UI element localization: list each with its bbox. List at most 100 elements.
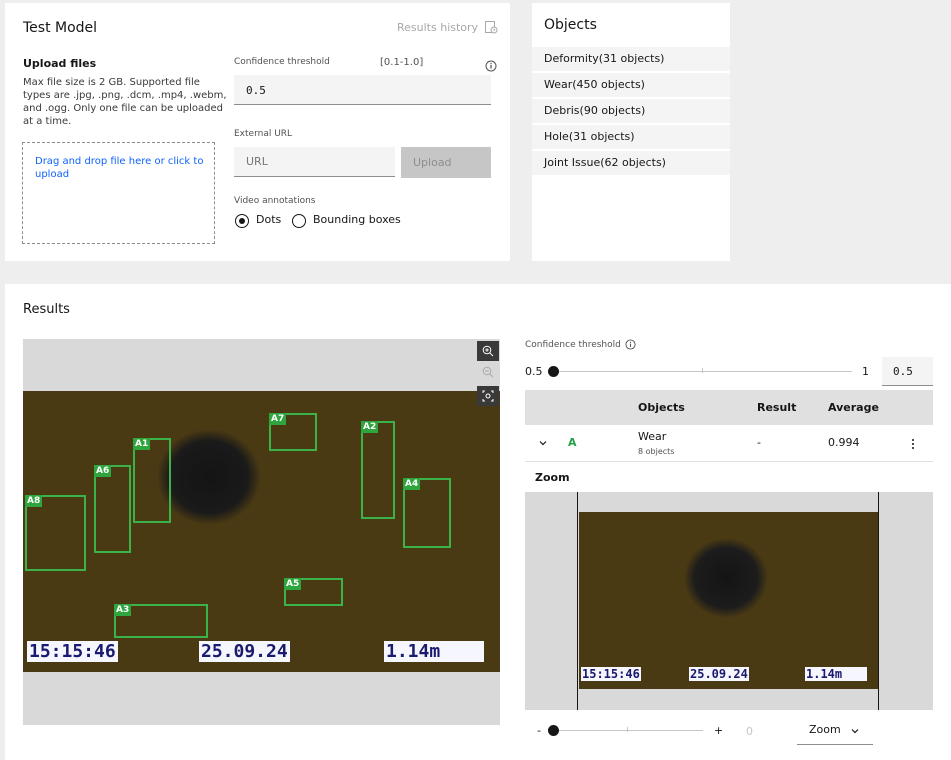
- objects-title: Objects: [544, 17, 597, 33]
- box-a5[interactable]: A5: [284, 578, 343, 606]
- upload-button[interactable]: Upload: [401, 147, 491, 178]
- zoom-plus[interactable]: +: [714, 724, 723, 737]
- col-result: Result: [757, 401, 797, 414]
- radio-bounding-boxes[interactable]: [292, 214, 306, 228]
- box-a2-tag: A2: [361, 421, 379, 433]
- confidence-input[interactable]: 0.5: [234, 75, 491, 105]
- zoom-slider-handle[interactable]: [548, 725, 559, 736]
- fit-screen-button[interactable]: [477, 386, 499, 406]
- results-history-icon: [485, 21, 498, 34]
- confidence-label: Confidence threshold: [234, 57, 330, 67]
- external-url-input[interactable]: [234, 147, 395, 177]
- osd-date: 25.09.24: [199, 641, 290, 662]
- results-confidence-value: 0.5: [893, 365, 913, 378]
- object-item-deformity[interactable]: Deformity(31 objects): [532, 47, 730, 71]
- zoom-slider[interactable]: [548, 725, 703, 737]
- upload-description-3: and .ogg. Only one file can be uploaded: [23, 103, 223, 114]
- box-a1-tag: A1: [133, 438, 151, 450]
- file-dropzone[interactable]: Drag and drop file here or click to uplo…: [22, 142, 215, 244]
- zoom-dropdown-label: Zoom: [809, 723, 841, 736]
- upload-description-1: Max file size is 2 GB. Supported file: [23, 77, 200, 88]
- box-a8[interactable]: A8: [25, 495, 86, 571]
- confidence-range: [0.1-1.0]: [380, 57, 424, 68]
- object-item-joint-issue[interactable]: Joint Issue(62 objects): [532, 151, 730, 175]
- row-average: 0.994: [828, 436, 860, 449]
- upload-button-label: Upload: [413, 156, 452, 169]
- results-history-label: Results history: [397, 20, 479, 34]
- zoom-preview-image: 15:15:46 25.09.24 1.14m: [579, 512, 878, 689]
- zoom-in-button[interactable]: [477, 341, 499, 361]
- box-a7[interactable]: A7: [269, 413, 317, 451]
- object-item-wear[interactable]: Wear(450 objects): [532, 73, 730, 97]
- box-a7-tag: A7: [269, 413, 287, 425]
- osd-time: 15:15:46: [27, 641, 118, 662]
- zoom-out-icon: [482, 366, 494, 378]
- confidence-slider[interactable]: [548, 366, 852, 378]
- confidence-input-value: 0.5: [246, 84, 266, 97]
- page-title: Test Model: [23, 20, 98, 36]
- zoom-minus[interactable]: -: [537, 724, 541, 737]
- box-a3-tag: A3: [114, 604, 132, 616]
- box-a4-tag: A4: [403, 478, 421, 490]
- row-tag: A: [568, 436, 577, 449]
- confidence-slider-tick: [702, 368, 703, 373]
- image-viewer: A1 A2 A3 A4 A5 A6 A7 A8 15:15:46 25.09.2…: [23, 339, 500, 725]
- upload-description-4: at a time.: [23, 116, 72, 127]
- dropzone-text-2: upload: [35, 169, 70, 180]
- objects-panel: Objects Deformity(31 objects) Wear(450 o…: [532, 3, 730, 261]
- box-a1[interactable]: A1: [133, 438, 171, 523]
- row-count: 8 objects: [638, 447, 675, 456]
- external-url-label: External URL: [234, 129, 293, 139]
- row-object: Wear: [638, 430, 667, 443]
- box-a6[interactable]: A6: [94, 465, 131, 553]
- inspection-image: A1 A2 A3 A4 A5 A6 A7 A8 15:15:46 25.09.2…: [23, 391, 500, 672]
- dropzone-text-1: Drag and drop file here or click to: [35, 156, 204, 167]
- results-history-link[interactable]: Results history: [397, 20, 498, 34]
- upload-description-2: types are .jpg, .png, .dcm, .mp4, .webm,: [23, 90, 227, 101]
- box-a3[interactable]: A3: [114, 604, 208, 638]
- zoom-in-icon: [482, 345, 494, 357]
- confidence-slider-max: 1: [862, 365, 869, 378]
- zoom-preview: 15:15:46 25.09.24 1.14m: [525, 492, 933, 710]
- object-item-hole[interactable]: Hole(31 objects): [532, 125, 730, 149]
- confidence-slider-min: 0.5: [525, 365, 543, 378]
- radio-dots[interactable]: [235, 214, 249, 228]
- results-title: Results: [23, 302, 70, 317]
- zoom-osd-date: 25.09.24: [689, 667, 749, 681]
- overflow-menu-icon[interactable]: [910, 438, 916, 450]
- col-average: Average: [828, 401, 879, 414]
- osd-distance: 1.14m: [384, 641, 484, 662]
- box-a2[interactable]: A2: [361, 421, 395, 519]
- results-confidence-label-text: Confidence threshold: [525, 339, 621, 350]
- box-a8-tag: A8: [25, 495, 43, 507]
- row-result: -: [757, 436, 761, 449]
- radio-dots-label: Dots: [256, 213, 282, 226]
- box-a6-tag: A6: [94, 465, 112, 477]
- zoom-slider-tick: [627, 727, 628, 732]
- confidence-slider-handle[interactable]: [548, 366, 559, 377]
- chevron-down-icon: [851, 729, 859, 734]
- zoom-frame-right: [878, 492, 879, 710]
- upload-heading: Upload files: [23, 57, 97, 70]
- results-confidence-label: Confidence threshold: [525, 339, 636, 350]
- zoom-frame-left: [577, 492, 578, 710]
- info-icon[interactable]: [485, 60, 497, 72]
- zoom-value: 0: [746, 725, 753, 738]
- test-model-panel: Test Model Results history Upload files …: [5, 3, 510, 261]
- table-row[interactable]: [525, 425, 933, 462]
- chevron-down-icon[interactable]: [538, 438, 548, 448]
- fit-screen-icon: [482, 390, 494, 402]
- box-a4[interactable]: A4: [403, 478, 451, 548]
- video-annotations-label: Video annotations: [234, 196, 316, 206]
- zoom-osd-distance: 1.14m: [805, 667, 867, 681]
- results-confidence-input[interactable]: 0.5: [882, 357, 933, 386]
- col-objects: Objects: [638, 401, 685, 414]
- zoom-slider-track: [548, 730, 703, 731]
- zoom-label: Zoom: [535, 471, 570, 484]
- confidence-slider-track: [548, 371, 852, 372]
- object-item-debris[interactable]: Debris(90 objects): [532, 99, 730, 123]
- zoom-dropdown[interactable]: Zoom: [797, 717, 873, 745]
- zoom-out-button[interactable]: [477, 362, 499, 382]
- box-a5-tag: A5: [284, 578, 302, 590]
- info-icon[interactable]: [625, 339, 636, 350]
